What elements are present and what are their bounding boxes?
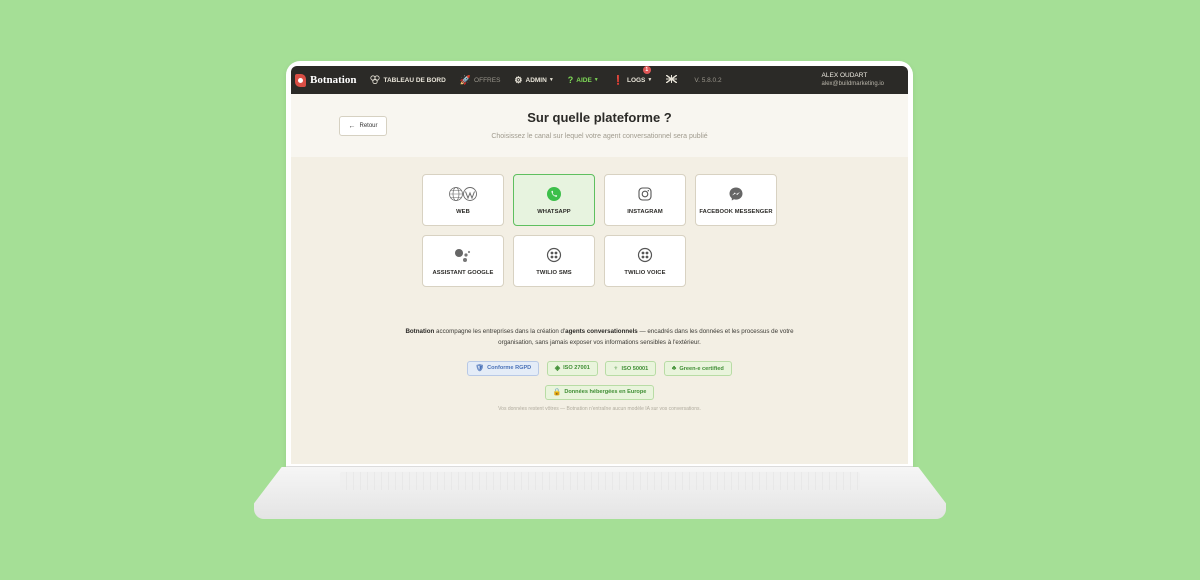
brand-logo[interactable]: Botnation — [295, 73, 357, 87]
badge-iso27001-label: ISO 27001 — [563, 365, 590, 371]
page-title: Sur quelle plateforme ? — [527, 110, 672, 125]
app-window: Botnation TABLEAU DE BORD 🚀 OFFRES ⚙ ADM… — [291, 66, 908, 464]
platform-label: FACEBOOK MESSENGER — [699, 209, 773, 215]
botnation-logo-icon — [295, 73, 306, 87]
whatsapp-icon — [546, 185, 562, 203]
logs-count-badge: 1 — [642, 66, 651, 74]
nav-help[interactable]: ? AIDE ▼ — [568, 75, 599, 85]
nav-dashboard[interactable]: TABLEAU DE BORD — [370, 74, 446, 86]
page-subtitle: Choisissez le canal sur lequel votre age… — [491, 133, 708, 140]
google-assistant-icon — [454, 246, 472, 264]
top-navbar: Botnation TABLEAU DE BORD 🚀 OFFRES ⚙ ADM… — [291, 66, 908, 94]
badge-iso50001-label: ISO 50001 — [621, 365, 649, 372]
about-strong: agents conversationnels — [565, 328, 638, 335]
question-icon: ? — [567, 75, 574, 85]
badge-green-e-label: Green-e certified — [679, 365, 724, 372]
platform-label: INSTAGRAM — [627, 209, 663, 215]
platform-label: WHATSAPP — [537, 209, 571, 215]
badge-europe-hosting: 🔒 Données hébergées en Europe — [544, 384, 655, 400]
badge-green-e: ♣ Green-e certified — [663, 361, 732, 376]
twilio-icon — [546, 246, 562, 264]
chevron-down-icon: ▼ — [548, 77, 554, 83]
platform-tile-whatsapp[interactable]: WHATSAPP — [513, 174, 595, 226]
app-version: V. 5.8.0.2 — [694, 76, 722, 84]
privacy-footnote: Vos données restent vôtres — Botnation n… — [498, 406, 701, 412]
rocket-icon: 🚀 — [459, 74, 472, 85]
platform-label: WEB — [456, 209, 470, 215]
nav-help-label: AIDE — [576, 76, 592, 84]
flag-icon — [665, 74, 678, 85]
about-brand: Botnation — [405, 328, 435, 335]
instagram-icon — [637, 185, 653, 203]
badge-iso50001: ♆ ISO 50001 — [605, 361, 657, 376]
gear-icon: ⚙ — [514, 74, 523, 85]
platform-label: TWILIO SMS — [536, 270, 572, 276]
lock-icon: 🔒 — [552, 389, 562, 396]
dashboard-icon — [370, 74, 381, 86]
platform-tile-twilio-sms[interactable]: TWILIO SMS — [513, 235, 595, 287]
nav-dashboard-label: TABLEAU DE BORD — [383, 76, 446, 84]
platform-label: TWILIO VOICE — [624, 270, 666, 276]
messenger-icon — [728, 185, 744, 203]
badge-europe-label: Données hébergées en Europe — [564, 389, 647, 395]
page-header: ← Retour Sur quelle plateforme ? Choisis… — [291, 94, 908, 157]
platform-label: ASSISTANT GOOGLE — [432, 270, 494, 276]
platform-tile-google-assistant[interactable]: ASSISTANT GOOGLE — [422, 235, 504, 287]
certification-badges: 🛡 Conforme RGPD ◈ ISO 27001 ♆ ISO 50001 … — [291, 357, 908, 376]
platform-tile-twilio-voice[interactable]: TWILIO VOICE — [604, 235, 686, 287]
user-name: ALEX OUDART — [821, 72, 868, 79]
trophy-icon: ♆ — [613, 365, 619, 372]
about-text-part-1: accompagne les entreprises dans la créat… — [434, 328, 566, 335]
chevron-down-icon: ▼ — [593, 77, 599, 83]
twilio-icon — [637, 246, 653, 264]
badge-rgpd: 🛡 Conforme RGPD — [467, 360, 540, 376]
alert-icon: ❗ — [612, 74, 624, 85]
nav-logs[interactable]: ❗ LOGS ▼ 1 — [612, 66, 653, 86]
badge-iso27001: ◈ ISO 27001 — [546, 360, 598, 376]
shield-check-icon: ◈ — [554, 365, 561, 372]
brand-name: Botnation — [310, 74, 357, 86]
user-email: alex@buildmarketing.io — [821, 81, 884, 87]
about-text: Botnation accompagne les entreprises dan… — [401, 326, 798, 348]
shield-icon: 🛡 — [475, 365, 485, 372]
platform-tile-messenger[interactable]: FACEBOOK MESSENGER — [695, 174, 777, 226]
platform-tile-web[interactable]: WEB — [422, 174, 504, 226]
nav-offers[interactable]: 🚀 OFFRES — [460, 75, 501, 86]
hosting-badge-row: 🔒 Données hébergées en Europe — [291, 381, 908, 400]
platform-tile-instagram[interactable]: INSTAGRAM — [604, 174, 686, 226]
badge-rgpd-label: Conforme RGPD — [487, 365, 532, 371]
nav-flag[interactable] — [665, 74, 680, 85]
nav-logs-label: LOGS — [626, 76, 646, 84]
nav-admin[interactable]: ⚙ ADMIN ▼ — [514, 75, 553, 86]
user-menu[interactable]: ALEX OUDART alex@buildmarketing.io — [822, 71, 884, 89]
nav-offers-label: OFFRES — [474, 76, 501, 84]
globe-wordpress-icon — [448, 185, 478, 203]
nav-admin-label: ADMIN — [525, 76, 547, 84]
chevron-down-icon: ▼ — [647, 77, 653, 83]
leaf-icon: ♣ — [671, 365, 677, 372]
laptop-keyboard — [340, 472, 860, 490]
